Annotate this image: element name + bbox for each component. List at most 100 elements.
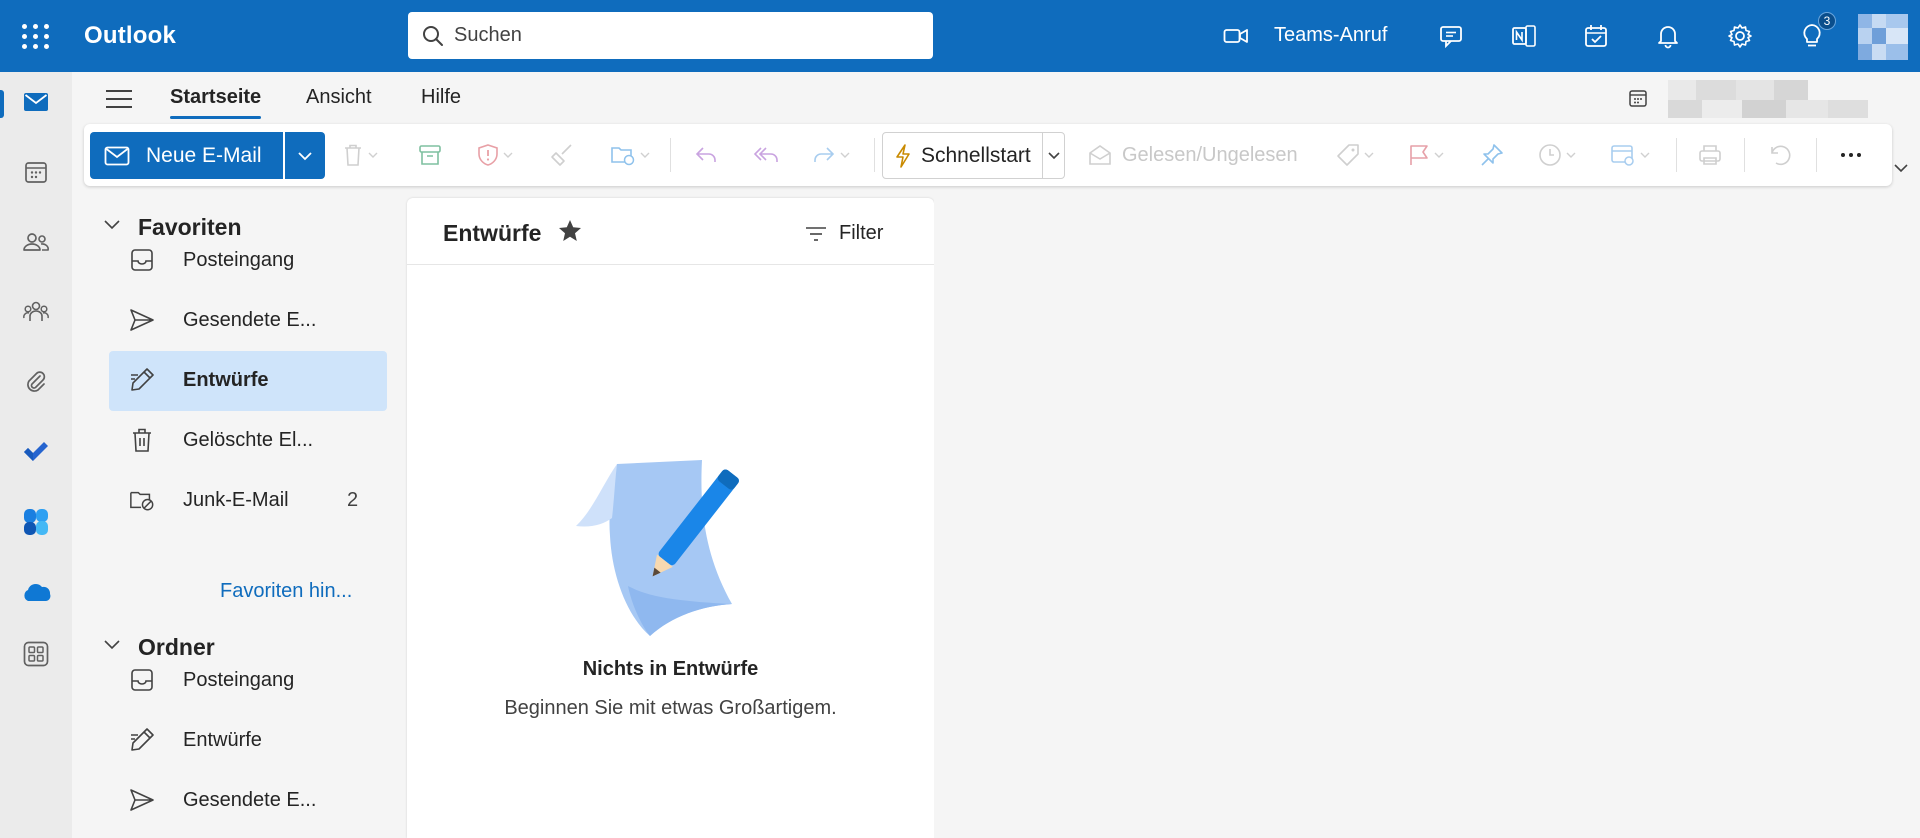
clock-icon <box>1539 144 1561 166</box>
folder-favorite-inbox[interactable]: Posteingang <box>109 231 387 291</box>
app-launcher-icon[interactable] <box>20 20 52 52</box>
mail-icon[interactable] <box>0 74 72 130</box>
lightning-icon <box>896 143 910 168</box>
app-name[interactable]: Outlook <box>84 22 176 50</box>
calendar-icon[interactable] <box>0 144 72 200</box>
tag-icon <box>1337 144 1359 166</box>
reply-all-button[interactable] <box>752 136 780 174</box>
add-favorite-link[interactable]: Favoriten hin... <box>220 580 352 603</box>
print-button[interactable] <box>1698 136 1722 174</box>
search-box[interactable] <box>408 12 933 59</box>
separator <box>670 138 671 172</box>
archive-icon <box>419 145 441 165</box>
report-button[interactable] <box>477 136 513 174</box>
tab-startseite[interactable]: Startseite <box>170 86 262 119</box>
chevron-down-icon <box>1640 152 1650 158</box>
folder-favorite-junk[interactable]: Junk-E-Mail 2 <box>109 471 387 531</box>
empty-drafts-illustration <box>572 456 772 651</box>
more-options-button[interactable] <box>1840 136 1862 174</box>
avatar[interactable] <box>1858 14 1908 60</box>
filter-button[interactable]: Filter <box>805 222 883 245</box>
tab-ansicht[interactable]: Ansicht <box>306 86 372 109</box>
quick-steps-dropdown[interactable] <box>1042 133 1064 178</box>
video-call-icon[interactable] <box>1218 18 1254 54</box>
more-apps-icon[interactable] <box>0 626 72 682</box>
copilot-icon[interactable] <box>0 494 72 550</box>
onedrive-icon[interactable] <box>0 564 72 620</box>
flag-icon <box>1410 145 1428 165</box>
folder-title: Entwürfe <box>443 220 542 246</box>
onenote-icon[interactable] <box>1506 18 1542 54</box>
inbox-icon <box>129 247 155 273</box>
chat-icon[interactable] <box>1434 18 1470 54</box>
folder-label: Entwürfe <box>183 369 269 391</box>
new-mail-label: Neue E-Mail <box>146 143 262 167</box>
teams-call-button[interactable]: Teams-Anruf <box>1274 24 1387 47</box>
archive-button[interactable] <box>418 136 442 174</box>
read-unread-label: Gelesen/Ungelesen <box>1122 143 1298 166</box>
read-unread-button[interactable]: Gelesen/Ungelesen <box>1088 136 1298 174</box>
snooze-button[interactable] <box>1538 136 1576 174</box>
folder-favorite-deleted[interactable]: Gelöschte El... <box>109 411 387 471</box>
pin-icon <box>1481 144 1503 166</box>
new-mail-dropdown[interactable] <box>285 132 325 179</box>
hamburger-menu-icon[interactable] <box>104 86 134 110</box>
bell-icon[interactable] <box>1650 18 1686 54</box>
forward-button[interactable] <box>812 136 850 174</box>
reply-icon <box>695 147 716 162</box>
message-list-header: Entwürfe Filter <box>407 198 934 265</box>
todo-icon[interactable] <box>0 424 72 480</box>
lightbulb-icon[interactable]: 3 <box>1794 12 1836 54</box>
chevron-down-icon <box>1566 152 1576 158</box>
folder-label: Gesendete E... <box>183 309 317 331</box>
trash-icon <box>345 144 361 166</box>
command-bar: Neue E-Mail Schnellstart Gelesen/Ungeles… <box>84 124 1892 186</box>
pin-button[interactable] <box>1480 136 1504 174</box>
folder-favorite-drafts[interactable]: Entwürfe <box>109 351 387 411</box>
broom-icon <box>551 144 572 166</box>
rules-button[interactable] <box>1610 136 1650 174</box>
separator <box>1816 138 1817 172</box>
search-input[interactable] <box>454 24 924 47</box>
delete-button[interactable] <box>342 136 378 174</box>
categorize-button[interactable] <box>1336 136 1374 174</box>
drafts-icon <box>129 727 155 753</box>
send-icon <box>129 787 155 813</box>
quick-steps: Schnellstart <box>882 132 1065 179</box>
people-icon[interactable] <box>0 214 72 270</box>
ribbon-tabs: Startseite Ansicht Hilfe <box>72 72 1920 124</box>
inbox-icon <box>129 667 155 693</box>
gear-icon[interactable] <box>1722 18 1758 54</box>
app-rail <box>0 72 72 838</box>
expand-ribbon-button[interactable] <box>1894 160 1908 178</box>
reply-button[interactable] <box>694 136 718 174</box>
chevron-down-icon <box>640 152 650 158</box>
chevron-down-icon <box>104 220 120 230</box>
message-list: Entwürfe Filter Nichts in Entwürfe Begin… <box>407 198 934 838</box>
forward-icon <box>814 147 835 162</box>
groups-icon[interactable] <box>0 284 72 340</box>
move-to-button[interactable] <box>610 136 650 174</box>
flag-button[interactable] <box>1408 136 1444 174</box>
redacted-upcoming-event <box>1668 78 1868 122</box>
folder-drafts[interactable]: Entwürfe <box>109 711 387 771</box>
attachment-icon[interactable] <box>0 354 72 410</box>
quick-steps-label: Schnellstart <box>921 143 1031 167</box>
chevron-down-icon <box>503 152 513 158</box>
chevron-down-icon <box>1434 152 1444 158</box>
tab-hilfe[interactable]: Hilfe <box>421 86 461 109</box>
sweep-button[interactable] <box>550 136 574 174</box>
more-icon <box>1841 153 1861 157</box>
undo-button[interactable] <box>1768 136 1792 174</box>
quick-steps-button[interactable]: Schnellstart <box>883 133 1042 178</box>
empty-state-title: Nichts in Entwürfe <box>582 658 759 680</box>
new-mail-button[interactable]: Neue E-Mail <box>90 132 283 179</box>
undo-icon <box>1771 145 1791 166</box>
chevron-down-icon <box>1047 151 1060 159</box>
folder-favorite-sent[interactable]: Gesendete E... <box>109 291 387 351</box>
folder-sent[interactable]: Gesendete E... <box>109 771 387 831</box>
my-day-icon[interactable] <box>1578 18 1614 54</box>
folder-inbox[interactable]: Posteingang <box>109 651 387 711</box>
calendar-small-icon[interactable] <box>1628 88 1648 113</box>
favorite-star-icon[interactable] <box>557 218 583 249</box>
